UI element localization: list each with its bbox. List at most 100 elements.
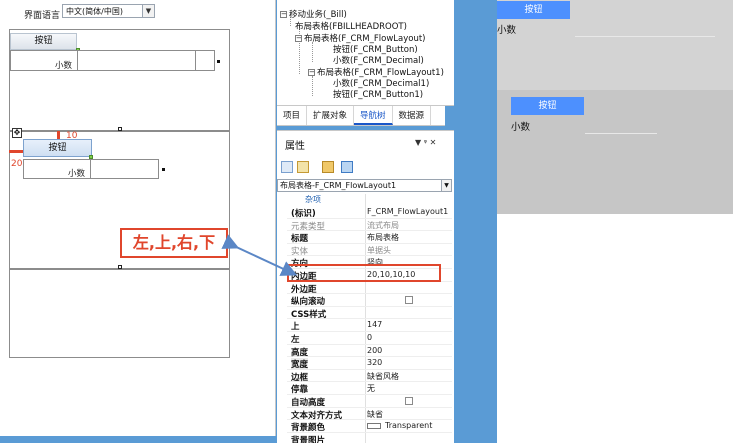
collapse-icon[interactable]: − (308, 69, 315, 76)
property-row[interactable]: 背景图片 (287, 433, 452, 443)
property-pages-icon[interactable] (341, 161, 353, 173)
flow-layout-bottom[interactable] (9, 269, 230, 358)
designer-button-selected[interactable]: 按钮 (23, 139, 92, 157)
property-value[interactable]: Transparent (367, 421, 432, 430)
designer-canvas[interactable]: 界面语言 中文(简体/中国) ▼ 按钮 小数 ✥ 10 20 按钮 小数 (0, 0, 276, 436)
field-divider (77, 50, 78, 71)
property-key: 纵向滚动 (291, 297, 326, 308)
tree-item[interactable]: − 移动业务(_Bill) (280, 8, 347, 20)
property-row[interactable]: (标识) F_CRM_FlowLayout1 (287, 206, 452, 219)
chevron-down-icon[interactable]: ▼ (441, 180, 451, 191)
property-row[interactable]: CSS样式 (287, 307, 452, 320)
property-key: (标识) (291, 209, 316, 219)
tree-item-label: 小数(F_CRM_Decimal) (333, 56, 424, 66)
tab-extension-object[interactable]: 扩展对象 (307, 106, 355, 125)
tab-project[interactable]: 项目 (277, 106, 308, 125)
designer-button-top[interactable]: 按钮 (10, 33, 77, 50)
property-row[interactable]: 文本对齐方式 缺省 (287, 408, 452, 421)
preview-button-1[interactable]: 按钮 (497, 1, 570, 19)
property-key: 自动高度 (291, 398, 326, 408)
tree-item[interactable]: 布局表格(FBILLHEADROOT) (295, 20, 407, 32)
padding-order-callout: 左,上,右,下 (120, 228, 228, 258)
properties-icon[interactable] (322, 161, 334, 173)
property-row[interactable]: 标题 布局表格 (287, 231, 452, 244)
property-key: 文本对齐方式 (291, 410, 343, 421)
property-checkbox[interactable] (405, 295, 413, 304)
alphabetical-icon[interactable] (297, 161, 309, 173)
tree-guide-line (312, 76, 313, 96)
color-swatch-icon (367, 422, 381, 429)
property-key: 背景图片 (291, 435, 326, 443)
property-value-text: Transparent (385, 421, 433, 431)
property-row[interactable]: 纵向滚动 (287, 294, 452, 307)
padding-guide-left (9, 150, 23, 153)
chevron-down-icon[interactable]: ▼ (142, 5, 154, 17)
tab-navigation-tree[interactable]: 导航树 (354, 106, 393, 125)
property-row[interactable]: 自动高度 (287, 395, 452, 408)
tab-data-source[interactable]: 数据源 (393, 106, 432, 125)
designer-decimal-field-selected[interactable] (23, 159, 159, 179)
preview-input-line-1 (575, 36, 715, 37)
padding-row-highlight (287, 264, 441, 282)
language-select[interactable]: 中文(简体/中国) ▼ (62, 4, 155, 18)
categorized-icon[interactable] (281, 161, 293, 173)
property-checkbox[interactable] (405, 396, 413, 405)
preview-button-2[interactable]: 按钮 (511, 97, 584, 115)
checkbox-icon[interactable] (405, 295, 413, 304)
property-row[interactable]: 元素类型 流式布局 (287, 219, 452, 232)
property-row[interactable]: 外边距 (287, 282, 452, 295)
property-value[interactable]: 缺省 (367, 409, 383, 420)
property-row[interactable]: 左0 (287, 332, 452, 345)
preview-input-line-2 (585, 133, 657, 134)
tree-item-label: 移动业务(_Bill) (289, 10, 347, 20)
object-select[interactable]: 布局表格-F_CRM_FlowLayout1 ▼ (277, 179, 452, 192)
property-row[interactable]: 背景颜色 Transparent (287, 420, 452, 433)
language-select-value: 中文(简体/中国) (66, 7, 123, 16)
field-divider (90, 159, 91, 179)
property-row[interactable]: 停靠 无 (287, 382, 452, 395)
property-value[interactable]: 320 (367, 358, 382, 367)
property-key: 外边距 (291, 284, 317, 295)
property-row[interactable]: 上 147 (287, 319, 452, 332)
property-key: 停靠 (291, 385, 309, 396)
tree-guide-line (312, 42, 313, 62)
checkbox-icon[interactable] (405, 396, 413, 405)
property-key: 高度 (291, 347, 309, 358)
tree-item[interactable]: 按钮(F_CRM_Button1) (333, 88, 423, 100)
properties-title: 属性 (285, 141, 305, 152)
property-value[interactable]: 缺省风格 (367, 371, 399, 382)
property-value[interactable]: 200 (367, 346, 382, 355)
padding-left-label: 20 (11, 159, 23, 169)
tree-item[interactable]: 小数(F_CRM_Decimal) (333, 54, 424, 66)
property-value[interactable]: F_CRM_FlowLayout1 (367, 207, 448, 216)
preview-label-2: 小数 (511, 122, 531, 133)
property-row[interactable]: 高度 200 (287, 345, 452, 358)
property-key: CSS样式 (291, 309, 327, 320)
property-key: 实体 (291, 246, 309, 257)
panel-pin-close-icons[interactable]: ▼ ᵠ ✕ (415, 138, 436, 147)
property-key: 元素类型 (291, 221, 326, 232)
property-value[interactable]: 流式布局 (367, 220, 399, 231)
property-key: 边框 (291, 372, 309, 383)
field-divider (195, 50, 196, 71)
property-value[interactable]: 布局表格 (367, 232, 399, 243)
property-value[interactable]: 147 (367, 320, 382, 329)
property-value[interactable]: 0 (367, 333, 372, 342)
property-row[interactable]: 边框 缺省风格 (287, 370, 452, 383)
property-row[interactable]: 实体 单据头 (287, 244, 452, 257)
collapse-icon[interactable]: − (295, 35, 302, 42)
property-key: 标题 (291, 234, 309, 245)
property-value[interactable]: 无 (367, 383, 375, 394)
properties-toolbar (277, 157, 454, 177)
move-handle-icon[interactable]: ✥ (12, 128, 22, 138)
designer-decimal-field-top[interactable] (10, 50, 215, 71)
panel-tab-bar: 项目 扩展对象 导航树 数据源 (277, 106, 445, 126)
object-select-value: 布局表格-F_CRM_FlowLayout1 (280, 181, 397, 190)
property-row[interactable]: 宽度 320 (287, 357, 452, 371)
property-value[interactable]: 单据头 (367, 245, 391, 256)
properties-panel: 属性 ▼ ᵠ ✕ 布局表格-F_CRM_FlowLayout1 ▼ 杂项 (标识… (277, 130, 454, 443)
navigation-tree[interactable]: − 移动业务(_Bill) 布局表格(FBILLHEADROOT) − 布局表格(F… (277, 0, 454, 106)
collapse-icon[interactable]: − (280, 11, 287, 18)
designer-decimal-label-top: 小数 (55, 61, 73, 71)
resize-dot (162, 168, 165, 171)
